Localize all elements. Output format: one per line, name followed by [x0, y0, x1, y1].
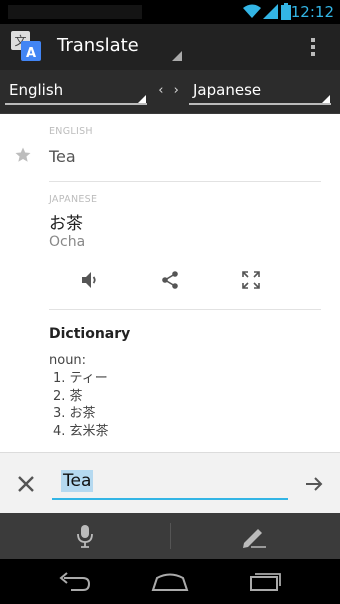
dictionary-entries: 1. ティー 2. 茶 3. お茶 4. 玄米茶	[53, 370, 109, 440]
swap-languages-icon[interactable]: ‹ ›	[157, 83, 183, 101]
dropdown-arrow-icon	[322, 95, 330, 103]
star-icon[interactable]	[14, 146, 32, 164]
romanization: Ocha	[49, 234, 86, 250]
source-section-label: ENGLISH	[49, 126, 93, 137]
input-tools-bar	[0, 513, 340, 559]
translate-app-icon[interactable]: 文 A	[10, 30, 42, 62]
home-icon[interactable]	[151, 572, 189, 592]
dropdown-arrow-icon	[138, 95, 146, 103]
status-bar: 12:12	[0, 0, 340, 24]
notification-area	[8, 5, 142, 19]
target-section-label: JAPANESE	[49, 194, 98, 205]
signal-icon	[263, 4, 278, 19]
source-language-label: English	[9, 81, 64, 99]
svg-text:A: A	[26, 46, 36, 61]
dictionary-entry: 3. お茶	[53, 406, 96, 421]
speaker-icon[interactable]	[79, 269, 101, 291]
app-title[interactable]: Translate	[57, 35, 139, 56]
dictionary-entry: 2. 茶	[53, 388, 83, 404]
divider	[49, 181, 321, 182]
translate-input[interactable]: Tea	[52, 468, 288, 500]
input-value[interactable]: Tea	[61, 470, 94, 492]
clock: 12:12	[290, 3, 334, 21]
input-bar: Tea	[0, 452, 340, 513]
part-of-speech: noun:	[49, 353, 87, 368]
battery-icon	[281, 3, 291, 20]
arrow-right-icon[interactable]	[303, 473, 325, 495]
divider	[49, 309, 321, 310]
back-icon[interactable]	[57, 572, 91, 592]
clear-icon[interactable]	[15, 473, 37, 495]
recent-apps-icon[interactable]	[248, 570, 282, 592]
dictionary-entry: 1. ティー	[53, 371, 108, 386]
translated-text: お茶	[49, 214, 83, 234]
fullscreen-icon[interactable]	[240, 269, 262, 291]
source-language-spinner[interactable]: English	[5, 79, 147, 105]
navigation-bar	[0, 559, 340, 604]
language-bar: English ‹ › Japanese	[0, 70, 340, 114]
dictionary-entry: 4. 玄米茶	[53, 423, 109, 439]
action-bar: 文 A Translate	[0, 24, 340, 70]
translation-result: ENGLISH Tea JAPANESE お茶 Ocha Dictionary …	[0, 114, 340, 452]
source-text: Tea	[49, 147, 76, 166]
overflow-menu-icon[interactable]	[304, 36, 322, 60]
target-language-label: Japanese	[193, 81, 262, 99]
divider	[170, 523, 171, 549]
share-icon[interactable]	[159, 269, 181, 291]
handwriting-pen-icon[interactable]	[241, 524, 267, 548]
title-dropdown-icon[interactable]	[172, 51, 182, 61]
microphone-icon[interactable]	[76, 524, 94, 548]
target-language-spinner[interactable]: Japanese	[189, 79, 331, 105]
dictionary-title: Dictionary	[49, 326, 131, 342]
wifi-icon	[243, 4, 261, 18]
